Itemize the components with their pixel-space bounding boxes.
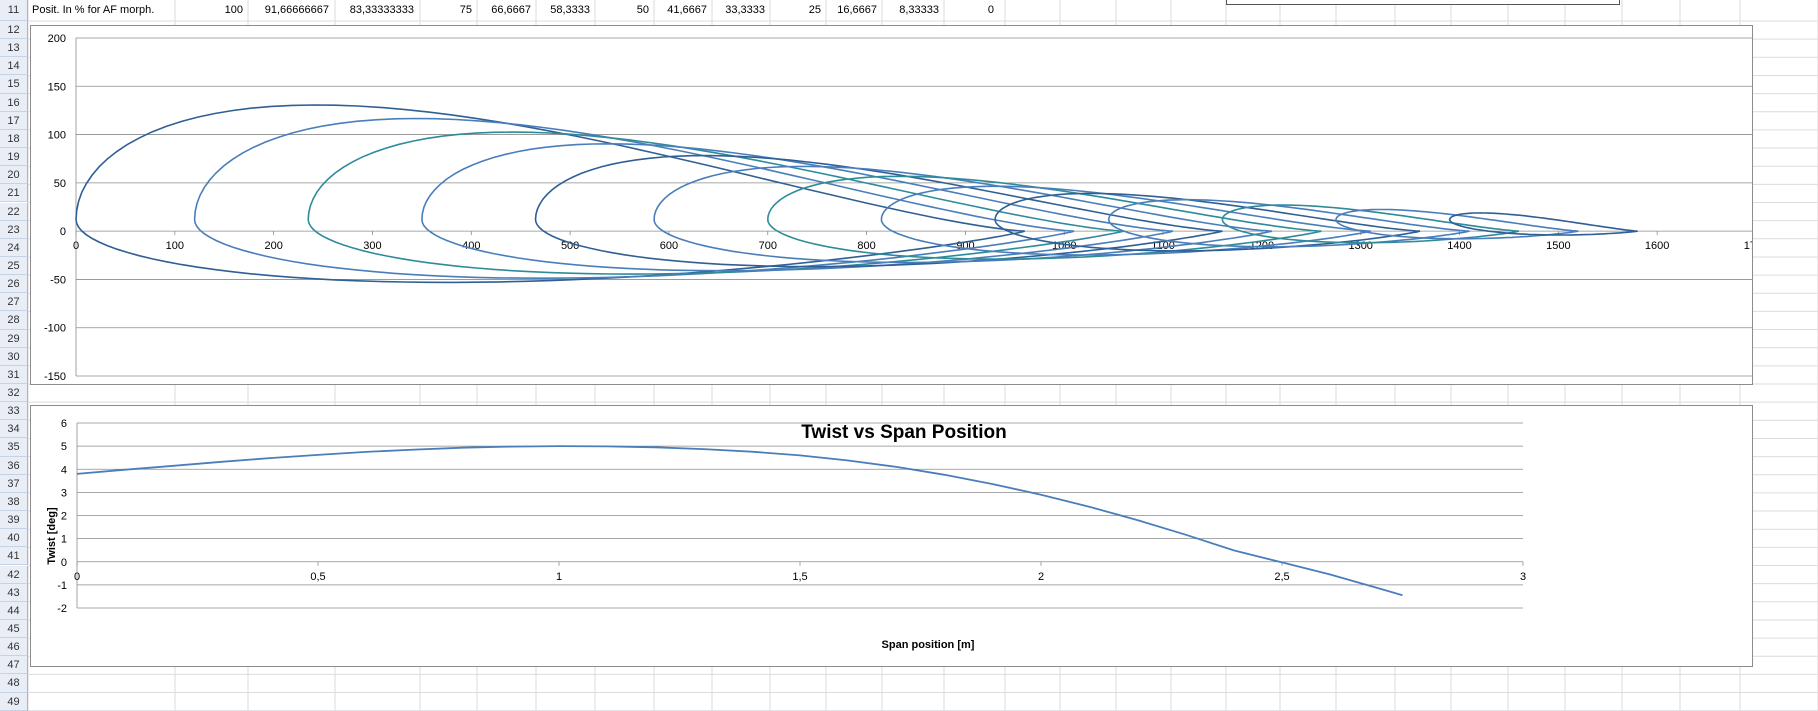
row-header[interactable]: 27 (0, 293, 28, 312)
row-header[interactable]: 31 (0, 365, 28, 384)
y-tick-label: 6 (61, 418, 67, 430)
row-header[interactable]: 42 (0, 565, 28, 584)
y-tick-label: 150 (48, 81, 66, 93)
y-tick-label: 2 (61, 511, 67, 523)
x-axis-label: Span position [m] (882, 639, 975, 651)
row-header[interactable]: 17 (0, 111, 28, 130)
row-header[interactable]: 49 (0, 692, 28, 711)
x-tick-label: 1 (556, 571, 562, 583)
y-tick-label: 5 (61, 441, 67, 453)
row-header[interactable]: 25 (0, 256, 28, 276)
row-header[interactable]: 11 (0, 0, 28, 21)
row-header[interactable]: 28 (0, 311, 28, 330)
row-header[interactable]: 43 (0, 583, 28, 602)
row-header[interactable]: 30 (0, 347, 28, 366)
airfoil-chart-panel[interactable]: 200 150 100 50 0 -50 -100 -150 0 100 200 300 400 500 6… (30, 25, 1768, 385)
row-header[interactable]: 20 (0, 166, 28, 185)
row-header[interactable]: 44 (0, 601, 28, 620)
airfoil-section-12 (1448, 212, 1638, 236)
row-header[interactable]: 39 (0, 511, 28, 530)
row-header[interactable]: 47 (0, 656, 28, 675)
row-header[interactable]: 26 (0, 275, 28, 294)
row-header[interactable]: 34 (0, 420, 28, 439)
x-tick-label: 300 (363, 240, 381, 252)
x-tick-label: 800 (857, 240, 875, 252)
y-tick-label: -2 (57, 603, 67, 615)
x-tick-label: 1700 (1744, 240, 1752, 252)
y-tick-label: 1 (61, 534, 67, 546)
y-tick-label: -100 (44, 323, 66, 335)
row-header[interactable]: 40 (0, 529, 28, 548)
y-tick-label: 200 (48, 33, 66, 45)
row-header[interactable]: 38 (0, 492, 28, 512)
x-tick-label: 600 (660, 240, 678, 252)
row-header[interactable]: 29 (0, 329, 28, 348)
row11-cell[interactable]: 91,66666667 (243, 0, 329, 20)
row-header[interactable]: 18 (0, 129, 28, 149)
x-tick-label: 200 (264, 240, 282, 252)
y-tick-label: -150 (44, 371, 66, 383)
row-header[interactable]: 23 (0, 220, 28, 239)
y-tick-label: 4 (61, 464, 67, 476)
x-tick-label: 1,5 (792, 571, 807, 583)
x-tick-label: 3 (1520, 571, 1526, 583)
x-tick-label: 1500 (1546, 240, 1570, 252)
twist-chart-panel[interactable]: Twist vs Span Position Span position [m]… (30, 405, 1753, 667)
airfoil-chart: 200150100500-50-100-1500 100 200 300 400 500 6… (44, 33, 1768, 383)
y-tick-label: -50 (50, 274, 66, 286)
y-tick-label: 3 (61, 487, 67, 499)
x-tick-label: 0 (73, 240, 79, 252)
y-tick-label: 50 (54, 178, 66, 190)
row-header[interactable]: 33 (0, 402, 28, 421)
x-tick-label: 500 (561, 240, 579, 252)
x-tick-label: 2,5 (1274, 571, 1289, 583)
y-tick-label: 0 (61, 557, 67, 569)
airfoil-section-0 (75, 104, 1025, 284)
row11-cell[interactable]: 0 (908, 0, 994, 20)
x-tick-label: 700 (759, 240, 777, 252)
row-header[interactable]: 36 (0, 456, 28, 475)
airfoil-section-7 (880, 185, 1371, 256)
row-header[interactable]: 15 (0, 75, 28, 94)
row11-cell[interactable]: 100 (157, 0, 243, 20)
y-tick-label: 0 (60, 226, 66, 238)
row-header[interactable]: 12 (0, 21, 28, 40)
row-header[interactable]: 32 (0, 384, 28, 403)
row-header[interactable]: 16 (0, 93, 28, 112)
y-tick-label: -1 (57, 580, 67, 592)
row-header[interactable]: 35 (0, 438, 28, 457)
twist-series-line (76, 445, 1403, 597)
row-header[interactable]: 22 (0, 202, 28, 221)
row-header[interactable]: 14 (0, 57, 28, 76)
y-tick-label: 100 (48, 130, 66, 142)
x-tick-label: 2 (1038, 571, 1044, 583)
y-axis-label: Twist [deg] (46, 507, 58, 565)
shape-box[interactable] (1226, 0, 1620, 5)
chart-title: Twist vs Span Position (801, 422, 1007, 443)
row-header[interactable]: 13 (0, 39, 28, 58)
row-header[interactable]: 41 (0, 547, 28, 566)
row-header[interactable]: 24 (0, 238, 28, 257)
row11-label[interactable]: Posit. In % for AF morph. (32, 0, 154, 20)
x-tick-label: 0,5 (310, 571, 325, 583)
x-tick-label: 1600 (1645, 240, 1669, 252)
x-tick-label: 0 (74, 571, 80, 583)
row-header[interactable]: 48 (0, 674, 28, 693)
row-header[interactable]: 37 (0, 474, 28, 493)
row-header[interactable]: 45 (0, 619, 28, 639)
row-header[interactable]: 46 (0, 638, 28, 657)
x-tick-label: 1400 (1447, 240, 1471, 252)
x-tick-label: 100 (166, 240, 184, 252)
row-header[interactable]: 21 (0, 184, 28, 203)
airfoil-section-1 (193, 117, 1075, 280)
row-header[interactable]: 19 (0, 148, 28, 167)
twist-chart: Twist vs Span Position Span position [m]… (46, 418, 1526, 651)
